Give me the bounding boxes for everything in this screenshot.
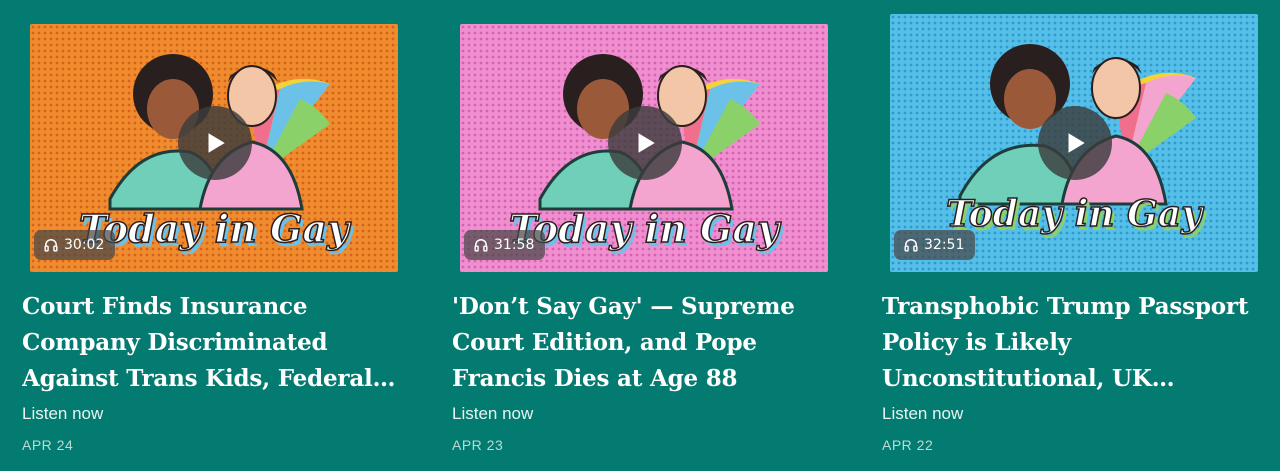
headphones-icon bbox=[904, 239, 918, 252]
episode-thumbnail[interactable]: Today in Gay Today in Gay 31:58 bbox=[460, 24, 828, 272]
episode-date: APR 22 bbox=[882, 437, 934, 453]
episode-thumbnail[interactable]: Today in Gay Today in Gay 32:51 bbox=[890, 14, 1258, 272]
duration-text: 32:51 bbox=[924, 237, 965, 253]
headphones-icon bbox=[44, 239, 58, 252]
duration-text: 31:58 bbox=[494, 237, 535, 253]
episode-title[interactable]: Court Finds Insurance Company Discrimina… bbox=[22, 289, 407, 397]
play-icon bbox=[1068, 133, 1085, 153]
episode-date: APR 23 bbox=[452, 437, 504, 453]
episode-date: APR 24 bbox=[22, 437, 74, 453]
thumbnail-title: Today in Gay bbox=[509, 206, 782, 251]
thumbnail-title: Today in Gay bbox=[946, 193, 1204, 235]
episode-title[interactable]: 'Don’t Say Gay' — Supreme Court Edition,… bbox=[452, 289, 837, 397]
listen-now-link[interactable]: Listen now bbox=[22, 404, 103, 424]
thumbnail-title: Today in Gay bbox=[79, 206, 352, 251]
duration-badge: 32:51 bbox=[894, 230, 976, 260]
listen-now-link[interactable]: Listen now bbox=[882, 404, 963, 424]
listen-now-link[interactable]: Listen now bbox=[452, 404, 533, 424]
episode-thumbnail[interactable]: Today in Gay Today in Gay 30:02 bbox=[30, 24, 398, 272]
play-button[interactable] bbox=[1038, 106, 1112, 180]
duration-badge: 30:02 bbox=[34, 230, 116, 260]
episode-title[interactable]: Transphobic Trump Passport Policy is Lik… bbox=[882, 289, 1267, 397]
play-icon bbox=[638, 133, 655, 153]
play-icon bbox=[208, 133, 225, 153]
play-button[interactable] bbox=[178, 106, 252, 180]
play-button[interactable] bbox=[608, 106, 682, 180]
headphones-icon bbox=[474, 239, 488, 252]
duration-text: 30:02 bbox=[64, 237, 105, 253]
duration-badge: 31:58 bbox=[464, 230, 546, 260]
